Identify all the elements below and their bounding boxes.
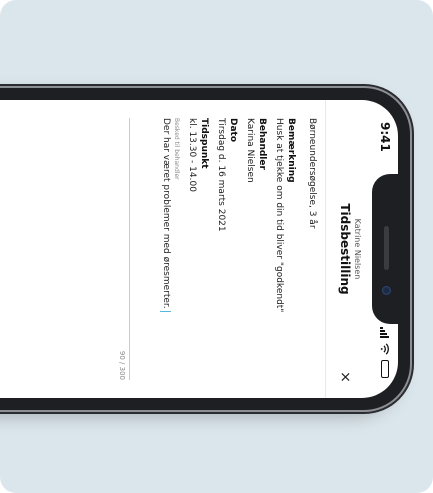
practitioner-label: Behandler xyxy=(257,118,267,170)
text-caret xyxy=(160,310,172,312)
remark-field: Bemærkning Husk at tjekke om din tid bli… xyxy=(273,118,296,380)
time-field: Tidspunkt kl. 13.30 - 14.00 xyxy=(186,118,209,380)
status-time: 9:41 xyxy=(378,122,392,152)
practitioner-field: Behandler Karina Nielsen xyxy=(244,118,267,380)
header: Katrine Nielsen Tidsbestilling × xyxy=(325,100,366,398)
booking-details: Børneundersøgelse, 3 år Bemærkning Husk … xyxy=(118,100,318,398)
time-label: Tidspunkt xyxy=(199,118,209,169)
stage: 9:41 Katrine Nielsen Tidsbestilling × Bø… xyxy=(0,0,433,493)
camera-icon xyxy=(382,286,391,295)
exam-type: Børneundersøgelse, 3 år xyxy=(307,118,317,229)
wifi-icon xyxy=(380,343,389,355)
message-input[interactable]: Der har været problemer med øresmerter. xyxy=(160,118,172,380)
phone-screen: 9:41 Katrine Nielsen Tidsbestilling × Bø… xyxy=(0,100,398,398)
message-label: Besked til behandler xyxy=(173,118,180,180)
date-label: Dato xyxy=(228,118,238,143)
date-field: Dato Tirsdag d. 16 marts 2021 xyxy=(215,118,238,380)
status-icons xyxy=(380,327,390,378)
signal-icon xyxy=(380,327,390,338)
message-underline xyxy=(129,118,130,380)
time-value: kl. 13.30 - 14.00 xyxy=(187,118,197,192)
message-text: Der har været problemer med øresmerter. xyxy=(161,118,171,309)
speaker-icon xyxy=(384,226,389,270)
battery-icon xyxy=(381,360,389,378)
remark-label: Bemærkning xyxy=(286,118,296,183)
remark-value: Husk at tjekke om din tid bliver "godken… xyxy=(274,118,284,313)
phone-rotated: 9:41 Katrine Nielsen Tidsbestilling × Bø… xyxy=(0,88,410,410)
page-title: Tidsbestilling xyxy=(338,203,352,295)
character-counter: 90 / 300 xyxy=(118,350,126,380)
notch xyxy=(372,174,398,324)
patient-name: Katrine Nielsen xyxy=(353,218,362,280)
close-icon[interactable]: × xyxy=(337,370,353,384)
phone-mockup: 9:41 Katrine Nielsen Tidsbestilling × Bø… xyxy=(0,88,410,410)
practitioner-value: Karina Nielsen xyxy=(245,118,255,183)
date-value: Tirsdag d. 16 marts 2021 xyxy=(216,118,226,232)
phone-body: 9:41 Katrine Nielsen Tidsbestilling × Bø… xyxy=(0,88,410,410)
